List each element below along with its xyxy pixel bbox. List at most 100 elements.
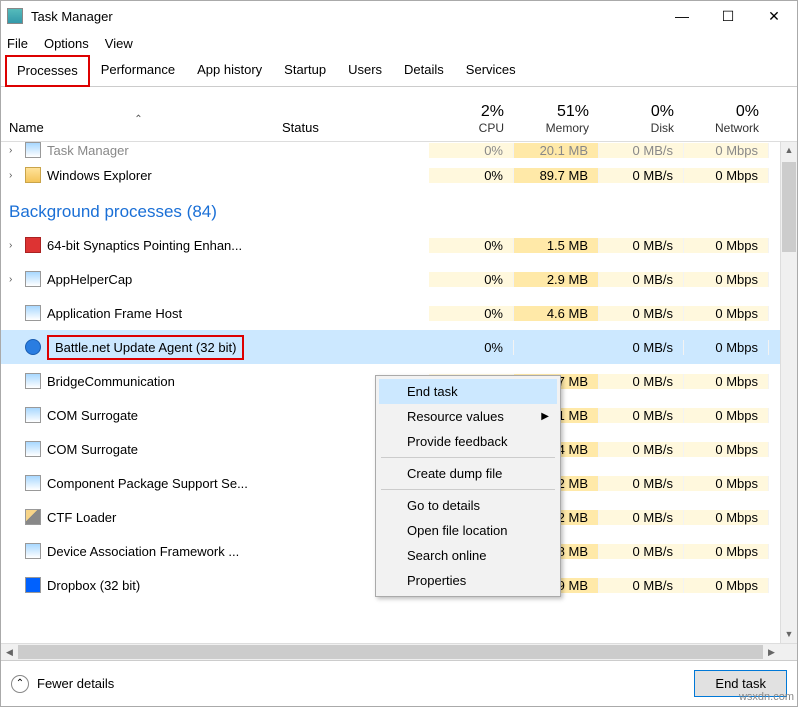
process-icon [25, 441, 41, 457]
window-title: Task Manager [31, 9, 659, 24]
process-name: COM Surrogate [47, 442, 138, 457]
process-name: Battle.net Update Agent (32 bit) [47, 335, 244, 360]
fewer-details-label: Fewer details [37, 676, 114, 691]
horizontal-scrollbar[interactable]: ◀ ▶ [1, 643, 797, 660]
process-name: AppHelperCap [47, 272, 132, 287]
tab-strip: Processes Performance App history Startu… [1, 55, 797, 87]
ctx-properties[interactable]: Properties [379, 568, 557, 593]
mem-percent: 51% [524, 103, 589, 121]
process-icon [25, 577, 41, 593]
footer-bar: ⌃ Fewer details End task [1, 660, 797, 706]
process-icon [25, 475, 41, 491]
scroll-up-arrow-icon[interactable]: ▲ [781, 142, 797, 159]
table-row[interactable]: ›Battle.net Update Agent (32 bit)0%0 MB/… [1, 330, 797, 364]
ctx-go-to-details[interactable]: Go to details [379, 493, 557, 518]
scroll-right-arrow-icon[interactable]: ▶ [763, 644, 780, 660]
submenu-arrow-icon: ▶ [541, 411, 549, 422]
cell-disk: 0 MB/s [599, 168, 684, 183]
cell-net: 0 Mbps [684, 578, 769, 593]
fewer-details-button[interactable]: ⌃ Fewer details [11, 675, 114, 693]
cell-mem: 2.9 MB [514, 272, 599, 287]
expand-chevron-icon[interactable]: › [9, 274, 19, 285]
cell-mem: 1.5 MB [514, 238, 599, 253]
sort-indicator-icon: ⌃ [134, 114, 142, 125]
minimize-button[interactable]: — [659, 1, 705, 31]
process-name: COM Surrogate [47, 408, 138, 423]
cell-disk: 0 MB/s [599, 408, 684, 423]
col-header-network[interactable]: 0%Network [684, 99, 769, 141]
table-row[interactable]: ›64-bit Synaptics Pointing Enhan...0%1.5… [1, 228, 797, 262]
expand-chevron-icon[interactable]: › [9, 240, 19, 251]
tab-performance[interactable]: Performance [90, 55, 186, 87]
ctx-resource-values-label: Resource values [407, 409, 504, 424]
cell-net: 0 Mbps [684, 544, 769, 559]
cell-cpu: 0% [429, 340, 514, 355]
group-header-background: Background processes (84) [1, 192, 797, 228]
tab-users[interactable]: Users [337, 55, 393, 87]
process-icon [25, 305, 41, 321]
process-icon [25, 339, 41, 355]
scroll-thumb-h[interactable] [18, 645, 763, 659]
tab-services[interactable]: Services [455, 55, 527, 87]
col-header-name[interactable]: ⌃ Name [1, 116, 276, 141]
disk-percent: 0% [609, 103, 674, 121]
scroll-left-arrow-icon[interactable]: ◀ [1, 644, 18, 660]
tab-processes[interactable]: Processes [5, 55, 90, 87]
cell-net: 0 Mbps [684, 340, 769, 355]
col-header-memory[interactable]: 51%Memory [514, 99, 599, 141]
menu-file[interactable]: File [7, 36, 28, 51]
tab-details[interactable]: Details [393, 55, 455, 87]
cell-net: 0 Mbps [684, 272, 769, 287]
scroll-thumb[interactable] [782, 162, 796, 252]
ctx-open-file-location[interactable]: Open file location [379, 518, 557, 543]
table-row[interactable]: ›Task Manager 0% 20.1 MB 0 MB/s 0 Mbps [1, 142, 797, 158]
process-icon [25, 271, 41, 287]
ctx-provide-feedback[interactable]: Provide feedback [379, 429, 557, 454]
maximize-button[interactable]: ☐ [705, 1, 751, 31]
process-icon [25, 407, 41, 423]
tab-app-history[interactable]: App history [186, 55, 273, 87]
cpu-label: CPU [439, 121, 504, 135]
cell-disk: 0 MB/s [599, 143, 684, 158]
cell-disk: 0 MB/s [599, 510, 684, 525]
watermark: wsxdn.com [739, 691, 794, 703]
ctx-search-online[interactable]: Search online [379, 543, 557, 568]
process-icon [25, 167, 41, 183]
ctx-end-task[interactable]: End task [379, 379, 557, 404]
cell-cpu: 0% [429, 272, 514, 287]
mem-label: Memory [524, 121, 589, 135]
cell-net: 0 Mbps [684, 476, 769, 491]
process-name: Windows Explorer [47, 168, 152, 183]
cell-cpu: 0% [429, 306, 514, 321]
table-row[interactable]: ›AppHelperCap0%2.9 MB0 MB/s0 Mbps [1, 262, 797, 296]
vertical-scrollbar[interactable]: ▲ ▼ [780, 142, 797, 643]
cell-net: 0 Mbps [684, 442, 769, 457]
cell-cpu: 0% [429, 143, 514, 158]
col-header-disk[interactable]: 0%Disk [599, 99, 684, 141]
menu-view[interactable]: View [105, 36, 133, 51]
cell-cpu: 0% [429, 168, 514, 183]
ctx-resource-values[interactable]: Resource values ▶ [379, 404, 557, 429]
col-header-status[interactable]: Status [276, 116, 429, 141]
table-row[interactable]: ›Application Frame Host0%4.6 MB0 MB/s0 M… [1, 296, 797, 330]
process-name: 64-bit Synaptics Pointing Enhan... [47, 238, 242, 253]
menu-separator [381, 489, 555, 490]
cell-net: 0 Mbps [684, 510, 769, 525]
expand-chevron-icon[interactable]: › [9, 170, 19, 181]
cpu-percent: 2% [439, 103, 504, 121]
menu-options[interactable]: Options [44, 36, 89, 51]
tab-startup[interactable]: Startup [273, 55, 337, 87]
process-name: Dropbox (32 bit) [47, 578, 140, 593]
cell-disk: 0 MB/s [599, 442, 684, 457]
cell-mem: 89.7 MB [514, 168, 599, 183]
table-row[interactable]: ›Windows Explorer0%89.7 MB0 MB/s0 Mbps [1, 158, 797, 192]
cell-disk: 0 MB/s [599, 238, 684, 253]
process-name: Application Frame Host [47, 306, 182, 321]
close-button[interactable]: ✕ [751, 1, 797, 31]
cell-net: 0 Mbps [684, 238, 769, 253]
scroll-down-arrow-icon[interactable]: ▼ [781, 626, 797, 643]
ctx-create-dump[interactable]: Create dump file [379, 461, 557, 486]
col-header-cpu[interactable]: 2%CPU [429, 99, 514, 141]
process-name: Device Association Framework ... [47, 544, 239, 559]
context-menu: End task Resource values ▶ Provide feedba… [375, 375, 561, 597]
